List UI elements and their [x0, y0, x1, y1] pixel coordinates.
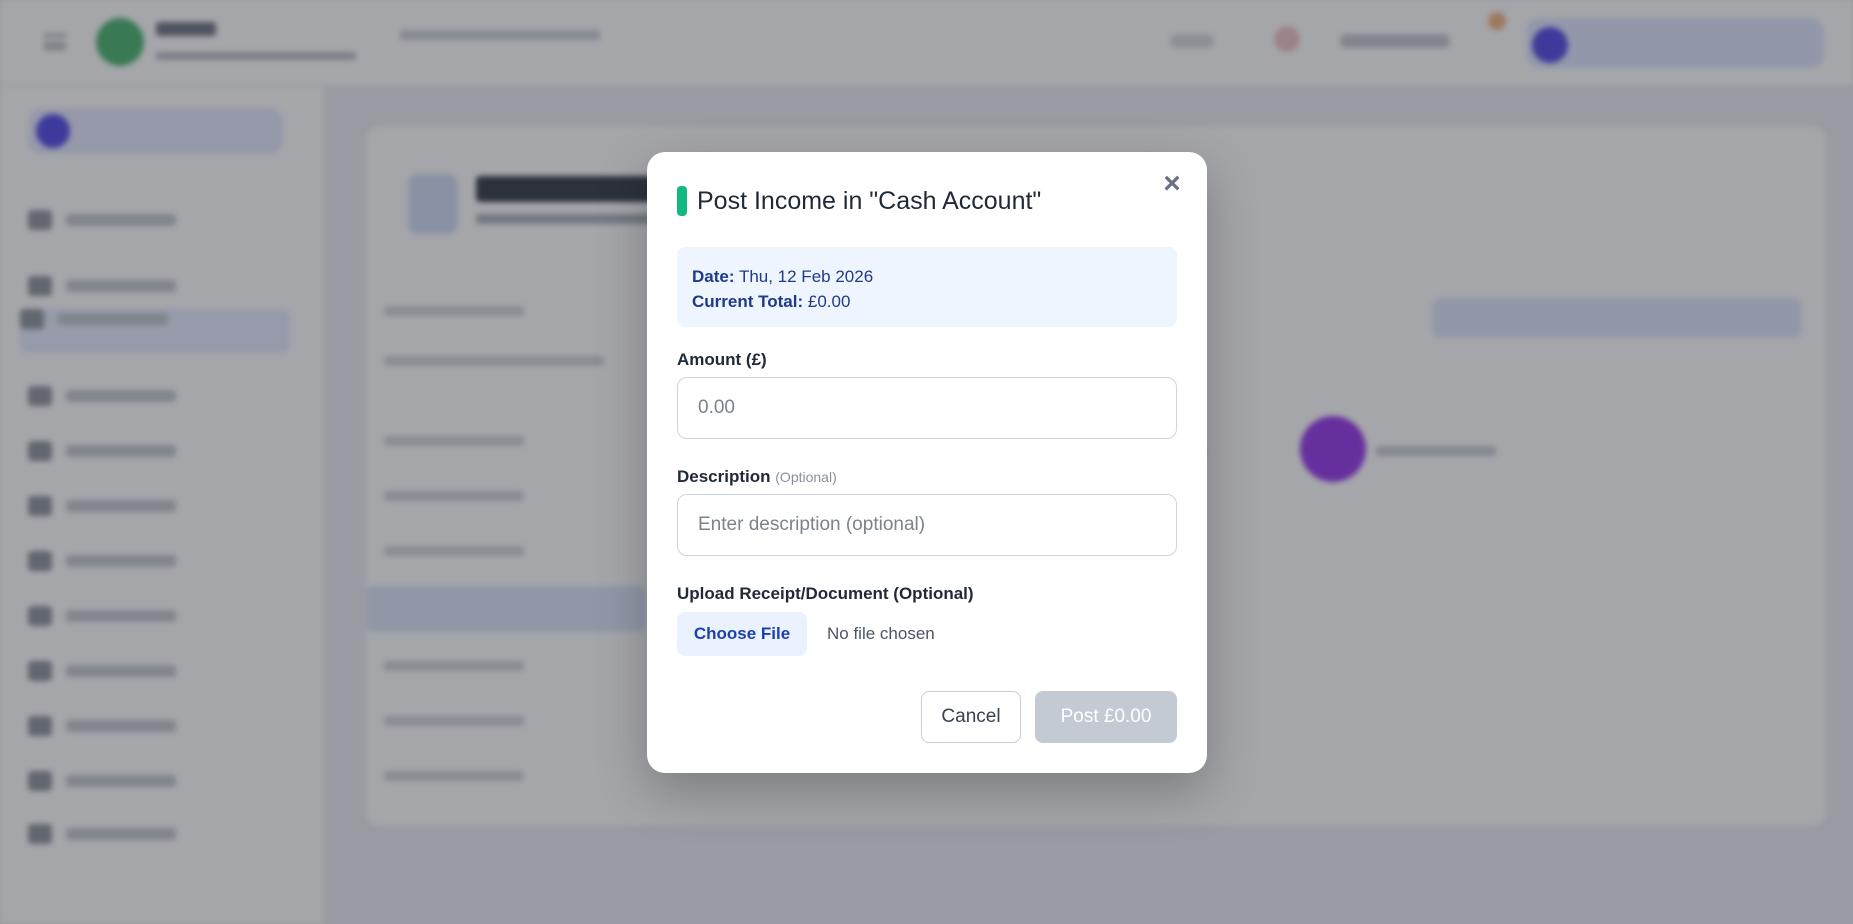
amount-label: Amount (£) — [677, 350, 767, 370]
total-label: Current Total: — [692, 292, 804, 311]
amount-input[interactable] — [677, 377, 1177, 439]
optional-tag: (Optional) — [775, 469, 837, 485]
cancel-button[interactable]: Cancel — [921, 691, 1021, 743]
amount-label-text: Amount (£) — [677, 350, 767, 369]
date-line: Date: Thu, 12 Feb 2026 — [692, 264, 1162, 289]
title-accent-bar — [677, 186, 687, 216]
close-icon[interactable]: × — [1159, 169, 1185, 199]
post-button[interactable]: Post £0.00 — [1035, 691, 1177, 743]
upload-label-text: Upload Receipt/Document (Optional) — [677, 584, 974, 603]
modal-header: Post Income in "Cash Account" — [677, 185, 1041, 217]
date-label: Date: — [692, 267, 735, 286]
choose-file-button[interactable]: Choose File — [677, 612, 807, 656]
description-input[interactable] — [677, 494, 1177, 556]
upload-label: Upload Receipt/Document (Optional) — [677, 584, 974, 604]
info-panel: Date: Thu, 12 Feb 2026 Current Total: £0… — [677, 247, 1177, 327]
file-status: No file chosen — [827, 624, 935, 643]
modal-title: Post Income in "Cash Account" — [697, 186, 1042, 215]
description-label-text: Description — [677, 467, 771, 486]
post-income-modal: × Post Income in "Cash Account" Date: Th… — [647, 152, 1207, 773]
description-label: Description (Optional) — [677, 467, 837, 487]
date-value: Thu, 12 Feb 2026 — [738, 267, 874, 286]
total-line: Current Total: £0.00 — [692, 289, 1162, 314]
total-value: £0.00 — [807, 292, 851, 311]
